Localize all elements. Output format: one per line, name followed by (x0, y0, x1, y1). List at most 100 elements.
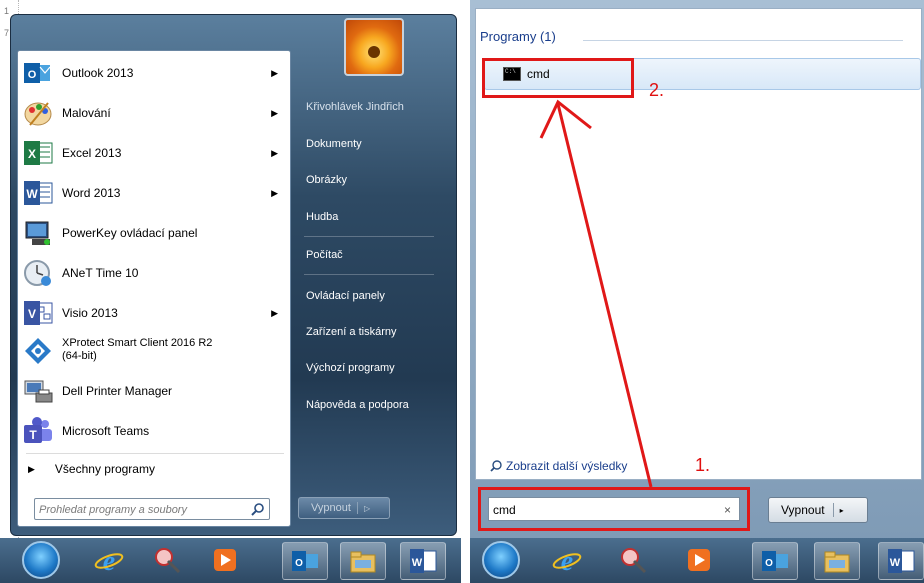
link-help-support[interactable]: Nápověda a podpora (306, 399, 409, 411)
program-label: Word 2013 (62, 186, 121, 200)
shutdown-button[interactable]: Vypnout ▷ (298, 497, 390, 519)
anet-time-icon (22, 257, 54, 289)
submenu-arrow-icon: ▶ (271, 147, 278, 158)
program-item-paint[interactable]: Malování ▶ (22, 97, 284, 129)
program-label: PowerKey ovládací panel (62, 226, 198, 240)
media-player-icon[interactable] (206, 542, 244, 578)
outlook-taskbar-icon[interactable]: O (282, 542, 328, 580)
svg-text:V: V (28, 307, 36, 321)
link-control-panel[interactable]: Ovládací panely (306, 290, 385, 302)
results-group-header: Programy (1) (480, 29, 556, 44)
file-explorer-icon[interactable] (814, 542, 860, 580)
search-placeholder: Prohledat programy a soubory (39, 504, 187, 516)
submenu-arrow-icon: ▶ (271, 107, 278, 118)
file-explorer-icon[interactable] (340, 542, 386, 580)
results-header-line (583, 40, 903, 41)
shutdown-label: Vypnout (769, 503, 834, 517)
program-item-teams[interactable]: T Microsoft Teams (22, 415, 284, 447)
svg-text:e: e (103, 546, 115, 575)
link-default-programs[interactable]: Výchozí programy (306, 362, 395, 374)
program-item-xprotect[interactable]: XProtect Smart Client 2016 R2 (64-bit) (22, 335, 284, 367)
more-results-link[interactable]: Zobrazit další výsledky (490, 459, 627, 473)
internet-explorer-icon[interactable]: e (548, 542, 586, 578)
start-orb-icon[interactable] (22, 541, 60, 579)
more-results-label: Zobrazit další výsledky (506, 459, 628, 473)
program-label: Visio 2013 (62, 306, 118, 320)
program-item-dell-printer-manager[interactable]: Dell Printer Manager (22, 375, 284, 407)
program-label: ANeT Time 10 (62, 266, 139, 280)
svg-text:W: W (412, 557, 423, 569)
link-devices-printers[interactable]: Zařízení a tiskárny (306, 326, 396, 338)
program-item-powerkey[interactable]: PowerKey ovládací panel (22, 217, 284, 249)
printer-manager-icon (22, 375, 54, 407)
program-label: Excel 2013 (62, 146, 122, 160)
program-label: Outlook 2013 (62, 66, 134, 80)
powerkey-icon (22, 217, 54, 249)
links-separator (304, 236, 434, 237)
link-documents[interactable]: Dokumenty (306, 138, 362, 150)
program-label-sub: (64-bit) (62, 350, 97, 362)
shutdown-options-arrow-icon[interactable]: ▷ (358, 504, 370, 513)
program-item-visio[interactable]: V Visio 2013 ▶ (22, 297, 284, 329)
svg-text:O: O (28, 69, 37, 81)
shutdown-button[interactable]: Vypnout ▸ (768, 497, 868, 523)
taskbar: e O W (0, 538, 461, 583)
svg-text:W: W (890, 557, 901, 569)
program-item-anet-time[interactable]: ANeT Time 10 (22, 257, 284, 289)
program-item-excel[interactable]: X Excel 2013 ▶ (22, 137, 284, 169)
teams-icon: T (22, 415, 54, 447)
snipping-tool-icon[interactable] (614, 542, 652, 578)
links-separator (304, 274, 434, 275)
link-pictures[interactable]: Obrázky (306, 174, 347, 186)
ruler-mark: 7 (4, 28, 10, 38)
svg-text:W: W (26, 187, 38, 201)
svg-text:T: T (29, 428, 37, 442)
highlight-box-search-input (478, 487, 750, 531)
excel-icon: X (22, 137, 54, 169)
search-icon (490, 460, 502, 472)
shutdown-options-arrow-icon[interactable]: ▸ (834, 506, 844, 515)
svg-text:X: X (28, 147, 36, 161)
svg-text:O: O (295, 558, 303, 569)
program-label: Microsoft Teams (62, 424, 150, 438)
outlook-icon: O (22, 57, 54, 89)
word-taskbar-icon[interactable]: W (400, 542, 446, 580)
visio-icon: V (22, 297, 54, 329)
link-user-name[interactable]: Křivohlávek Jindřich (306, 101, 404, 113)
program-item-outlook[interactable]: O Outlook 2013 ▶ (22, 57, 284, 89)
submenu-arrow-icon: ▶ (271, 187, 278, 198)
shutdown-label: Vypnout (299, 502, 358, 514)
start-menu-left-screenshot: 1 7 O Outlook 2013 ▶ Malování ▶ X Excel … (0, 0, 461, 583)
user-avatar[interactable] (344, 18, 404, 76)
program-label: Malování (62, 106, 111, 120)
internet-explorer-icon[interactable]: e (90, 542, 128, 578)
svg-text:O: O (765, 558, 773, 569)
start-search-input[interactable]: Prohledat programy a soubory (34, 498, 270, 520)
program-label: Dell Printer Manager (62, 384, 173, 398)
word-taskbar-icon[interactable]: W (878, 542, 924, 580)
paint-icon (22, 97, 54, 129)
triangle-right-icon: ▶ (28, 463, 35, 474)
word-icon: W (22, 177, 54, 209)
xprotect-icon (22, 335, 54, 367)
all-programs-label: Všechny programy (54, 462, 155, 476)
ruler-mark: 1 (4, 6, 10, 16)
programs-separator (26, 453, 284, 454)
step-2-label: 2. (649, 80, 665, 100)
snipping-tool-icon[interactable] (148, 542, 186, 578)
start-orb-icon[interactable] (482, 541, 520, 579)
search-icon[interactable] (251, 502, 265, 516)
taskbar: e O W (470, 538, 924, 583)
svg-text:e: e (561, 546, 573, 575)
media-player-icon[interactable] (680, 542, 718, 578)
outlook-taskbar-icon[interactable]: O (752, 542, 798, 580)
submenu-arrow-icon: ▶ (271, 307, 278, 318)
step-1-label: 1. (695, 455, 711, 475)
program-item-word[interactable]: W Word 2013 ▶ (22, 177, 284, 209)
programs-pane: O Outlook 2013 ▶ Malování ▶ X Excel 2013… (17, 50, 291, 527)
program-label: XProtect Smart Client 2016 R2 (62, 337, 213, 349)
all-programs-button[interactable]: ▶ Všechny programy (28, 462, 155, 476)
link-music[interactable]: Hudba (306, 211, 338, 223)
link-computer[interactable]: Počítač (306, 249, 343, 261)
highlight-box-cmd-result (482, 58, 634, 98)
